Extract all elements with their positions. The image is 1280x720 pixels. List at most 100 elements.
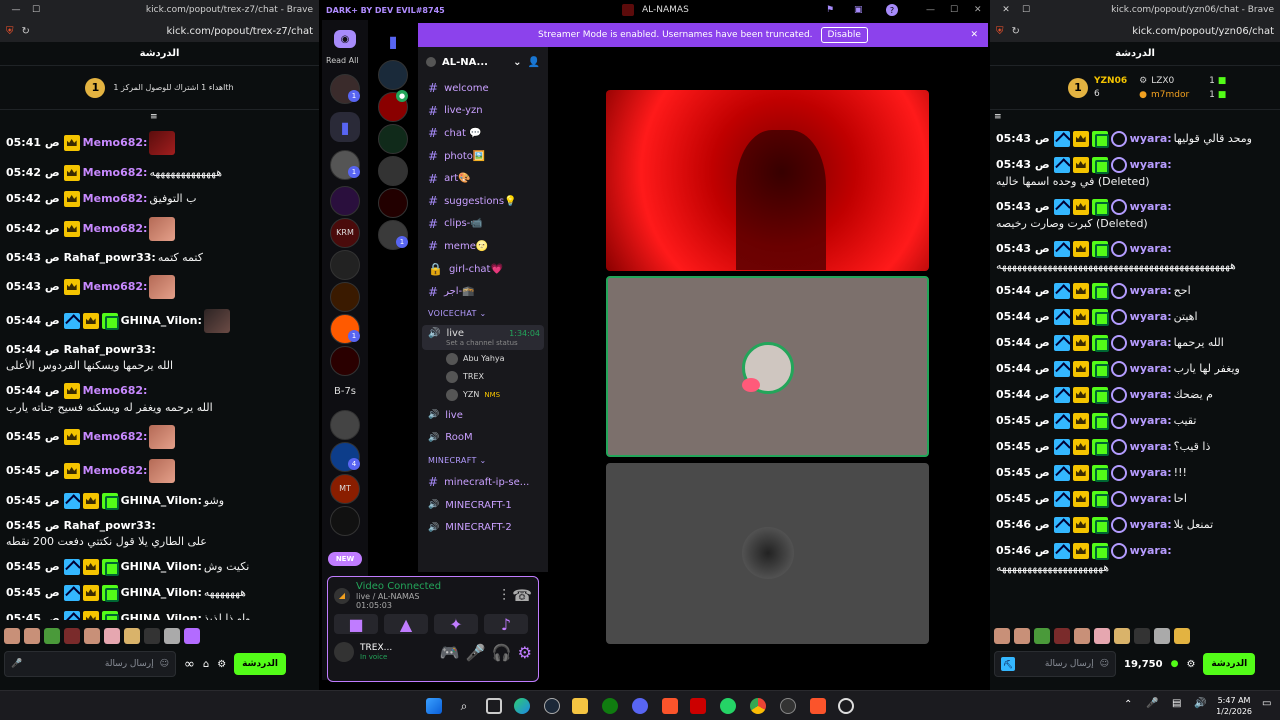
video-tile-user-active[interactable] (606, 276, 929, 457)
voice-channel[interactable]: 🔊 RooM (418, 427, 548, 450)
emoji-icon[interactable]: ☺ (160, 659, 169, 669)
chat-username[interactable]: wyara: (1130, 440, 1172, 454)
chat-username[interactable]: wyara: (1130, 336, 1172, 350)
chat-username[interactable]: Memo682: (83, 430, 148, 444)
server-icon[interactable] (378, 188, 408, 218)
chat-username[interactable]: Rahaf_powr33: (64, 343, 156, 357)
read-all-label[interactable]: Read All (326, 56, 359, 65)
screenshare-button[interactable]: ▲ (384, 614, 428, 634)
emote-icon[interactable] (84, 628, 100, 644)
folder-icon[interactable]: ▮ (330, 112, 360, 142)
steam-icon[interactable] (544, 698, 560, 714)
microphone-icon[interactable]: 🎤 (11, 659, 22, 669)
emote-icon[interactable] (1134, 628, 1150, 644)
voice-channel[interactable]: 🔊 MINECRAFT-2 (418, 516, 548, 539)
brave-shield-icon[interactable]: ⛨ (996, 26, 1004, 37)
chat-username[interactable]: wyara: (1130, 414, 1172, 428)
voice-user[interactable]: TREX (418, 368, 548, 386)
chat-username[interactable]: Memo682: (83, 280, 148, 294)
server-icon[interactable] (330, 410, 360, 440)
chat-username[interactable]: Memo682: (83, 192, 148, 206)
emote-icon[interactable] (1074, 628, 1090, 644)
chat-username[interactable]: Rahaf_powr33: (64, 251, 156, 265)
emote-icon[interactable] (1034, 628, 1050, 644)
emote-icon[interactable] (1174, 628, 1190, 644)
edge-icon[interactable] (514, 698, 530, 714)
voice-channel[interactable]: 🔊 MINECRAFT-1 (418, 494, 548, 517)
text-channel[interactable]: 🔒 girl-chat💗 (418, 258, 548, 281)
maximize-icon[interactable]: ☐ (950, 5, 958, 15)
minimize-icon[interactable]: — (6, 5, 26, 15)
voicechat-category[interactable]: VOICECHAT ⌄ (418, 303, 548, 325)
settings-icon[interactable]: ⚙ (1186, 659, 1195, 670)
text-channel[interactable]: # live-yzn (418, 100, 548, 123)
maximize-icon[interactable]: ☐ (26, 5, 46, 15)
microphone-icon[interactable]: 🎤 (1146, 698, 1158, 709)
text-channel[interactable]: # اجر-🕋 (418, 280, 548, 303)
text-channel[interactable]: # clips-📹 (418, 213, 548, 236)
settings-icon[interactable]: ⚙ (217, 659, 226, 670)
minimize-icon[interactable]: — (926, 5, 935, 15)
microphone-icon[interactable]: 🎤 (466, 643, 486, 662)
reload-icon[interactable]: ↻ (1012, 26, 1020, 37)
left-message-input[interactable]: 🎤 إرسال رسالة ☺ (4, 651, 176, 677)
headphones-icon[interactable]: 🎧 (492, 643, 512, 662)
chat-username[interactable]: Rahaf_powr33: (64, 519, 156, 533)
emote-icon[interactable] (104, 628, 120, 644)
file-explorer-icon[interactable] (572, 698, 588, 714)
close-icon[interactable]: ✕ (974, 5, 982, 15)
chat-username[interactable]: GHINA_Vilon: (121, 612, 202, 620)
chat-username[interactable]: wyara: (1130, 200, 1172, 214)
gear-icon[interactable]: ⚙ (518, 643, 532, 662)
chevron-down-icon[interactable]: ⌄ (513, 57, 521, 68)
emote-icon[interactable] (164, 628, 180, 644)
server-icon[interactable] (330, 250, 360, 280)
search-icon[interactable]: ⌕ (456, 698, 472, 714)
chat-username[interactable]: wyara: (1130, 158, 1172, 172)
right-url[interactable]: kick.com/popout/yzn06/chat (1132, 26, 1274, 37)
inbox-icon[interactable]: ⚑ (826, 5, 834, 15)
chat-username[interactable]: wyara: (1130, 242, 1172, 256)
text-channel[interactable]: # photo🖼️ (418, 145, 548, 168)
text-channel[interactable]: # minecraft-ip-se... (418, 471, 548, 494)
help-icon[interactable]: ? (886, 4, 898, 16)
emote-icon[interactable] (144, 628, 160, 644)
brave-icon[interactable] (810, 698, 826, 714)
windows-start-icon[interactable] (426, 698, 442, 714)
discord-home-icon[interactable]: ◉ (334, 30, 356, 48)
gamepad-icon[interactable]: 🎮 (440, 643, 460, 662)
emote-icon[interactable] (184, 628, 200, 644)
scroll-down-icon[interactable]: ≡ (150, 112, 158, 122)
emoji-icon[interactable]: ☺ (1100, 659, 1109, 669)
chat-username[interactable]: wyara: (1130, 310, 1172, 324)
new-badge[interactable]: NEW (328, 552, 362, 566)
left-url[interactable]: kick.com/popout/trex-z7/chat (166, 26, 313, 37)
chat-username[interactable]: Memo682: (83, 222, 148, 236)
server-icon[interactable] (330, 282, 360, 312)
emote-icon[interactable] (994, 628, 1010, 644)
screen-icon[interactable]: ▣ (854, 5, 863, 15)
voice-channel[interactable]: 🔊 live (418, 404, 548, 427)
soundboard-button[interactable]: ♪ (484, 614, 528, 634)
server-icon[interactable] (378, 60, 408, 90)
chat-username[interactable]: wyara: (1130, 492, 1172, 506)
emote-icon[interactable] (124, 628, 140, 644)
task-view-icon[interactable] (486, 698, 502, 714)
emote-icon[interactable] (1154, 628, 1170, 644)
server-icon[interactable] (378, 156, 408, 186)
emote-icon[interactable] (1094, 628, 1110, 644)
close-icon[interactable]: ✕ (970, 30, 978, 40)
infinity-icon[interactable]: ∞ (184, 657, 195, 672)
chat-username[interactable]: wyara: (1130, 132, 1172, 146)
scroll-down-icon[interactable]: ≡ (994, 112, 1002, 122)
signal-icon[interactable]: ◢ (334, 587, 350, 604)
system-clock[interactable]: 5:47 AM 1/2/2026 (1216, 695, 1252, 717)
avatar[interactable] (334, 642, 354, 662)
video-app-icon[interactable] (690, 698, 706, 714)
chat-username[interactable]: Memo682: (83, 136, 148, 150)
search-app-icon[interactable] (838, 698, 854, 714)
chat-username[interactable]: Memo682: (83, 384, 148, 398)
store-icon[interactable]: ⌂ (203, 659, 209, 670)
notification-icon[interactable]: ▭ (1262, 698, 1271, 709)
text-channel[interactable]: # chat 💬 (418, 122, 548, 145)
